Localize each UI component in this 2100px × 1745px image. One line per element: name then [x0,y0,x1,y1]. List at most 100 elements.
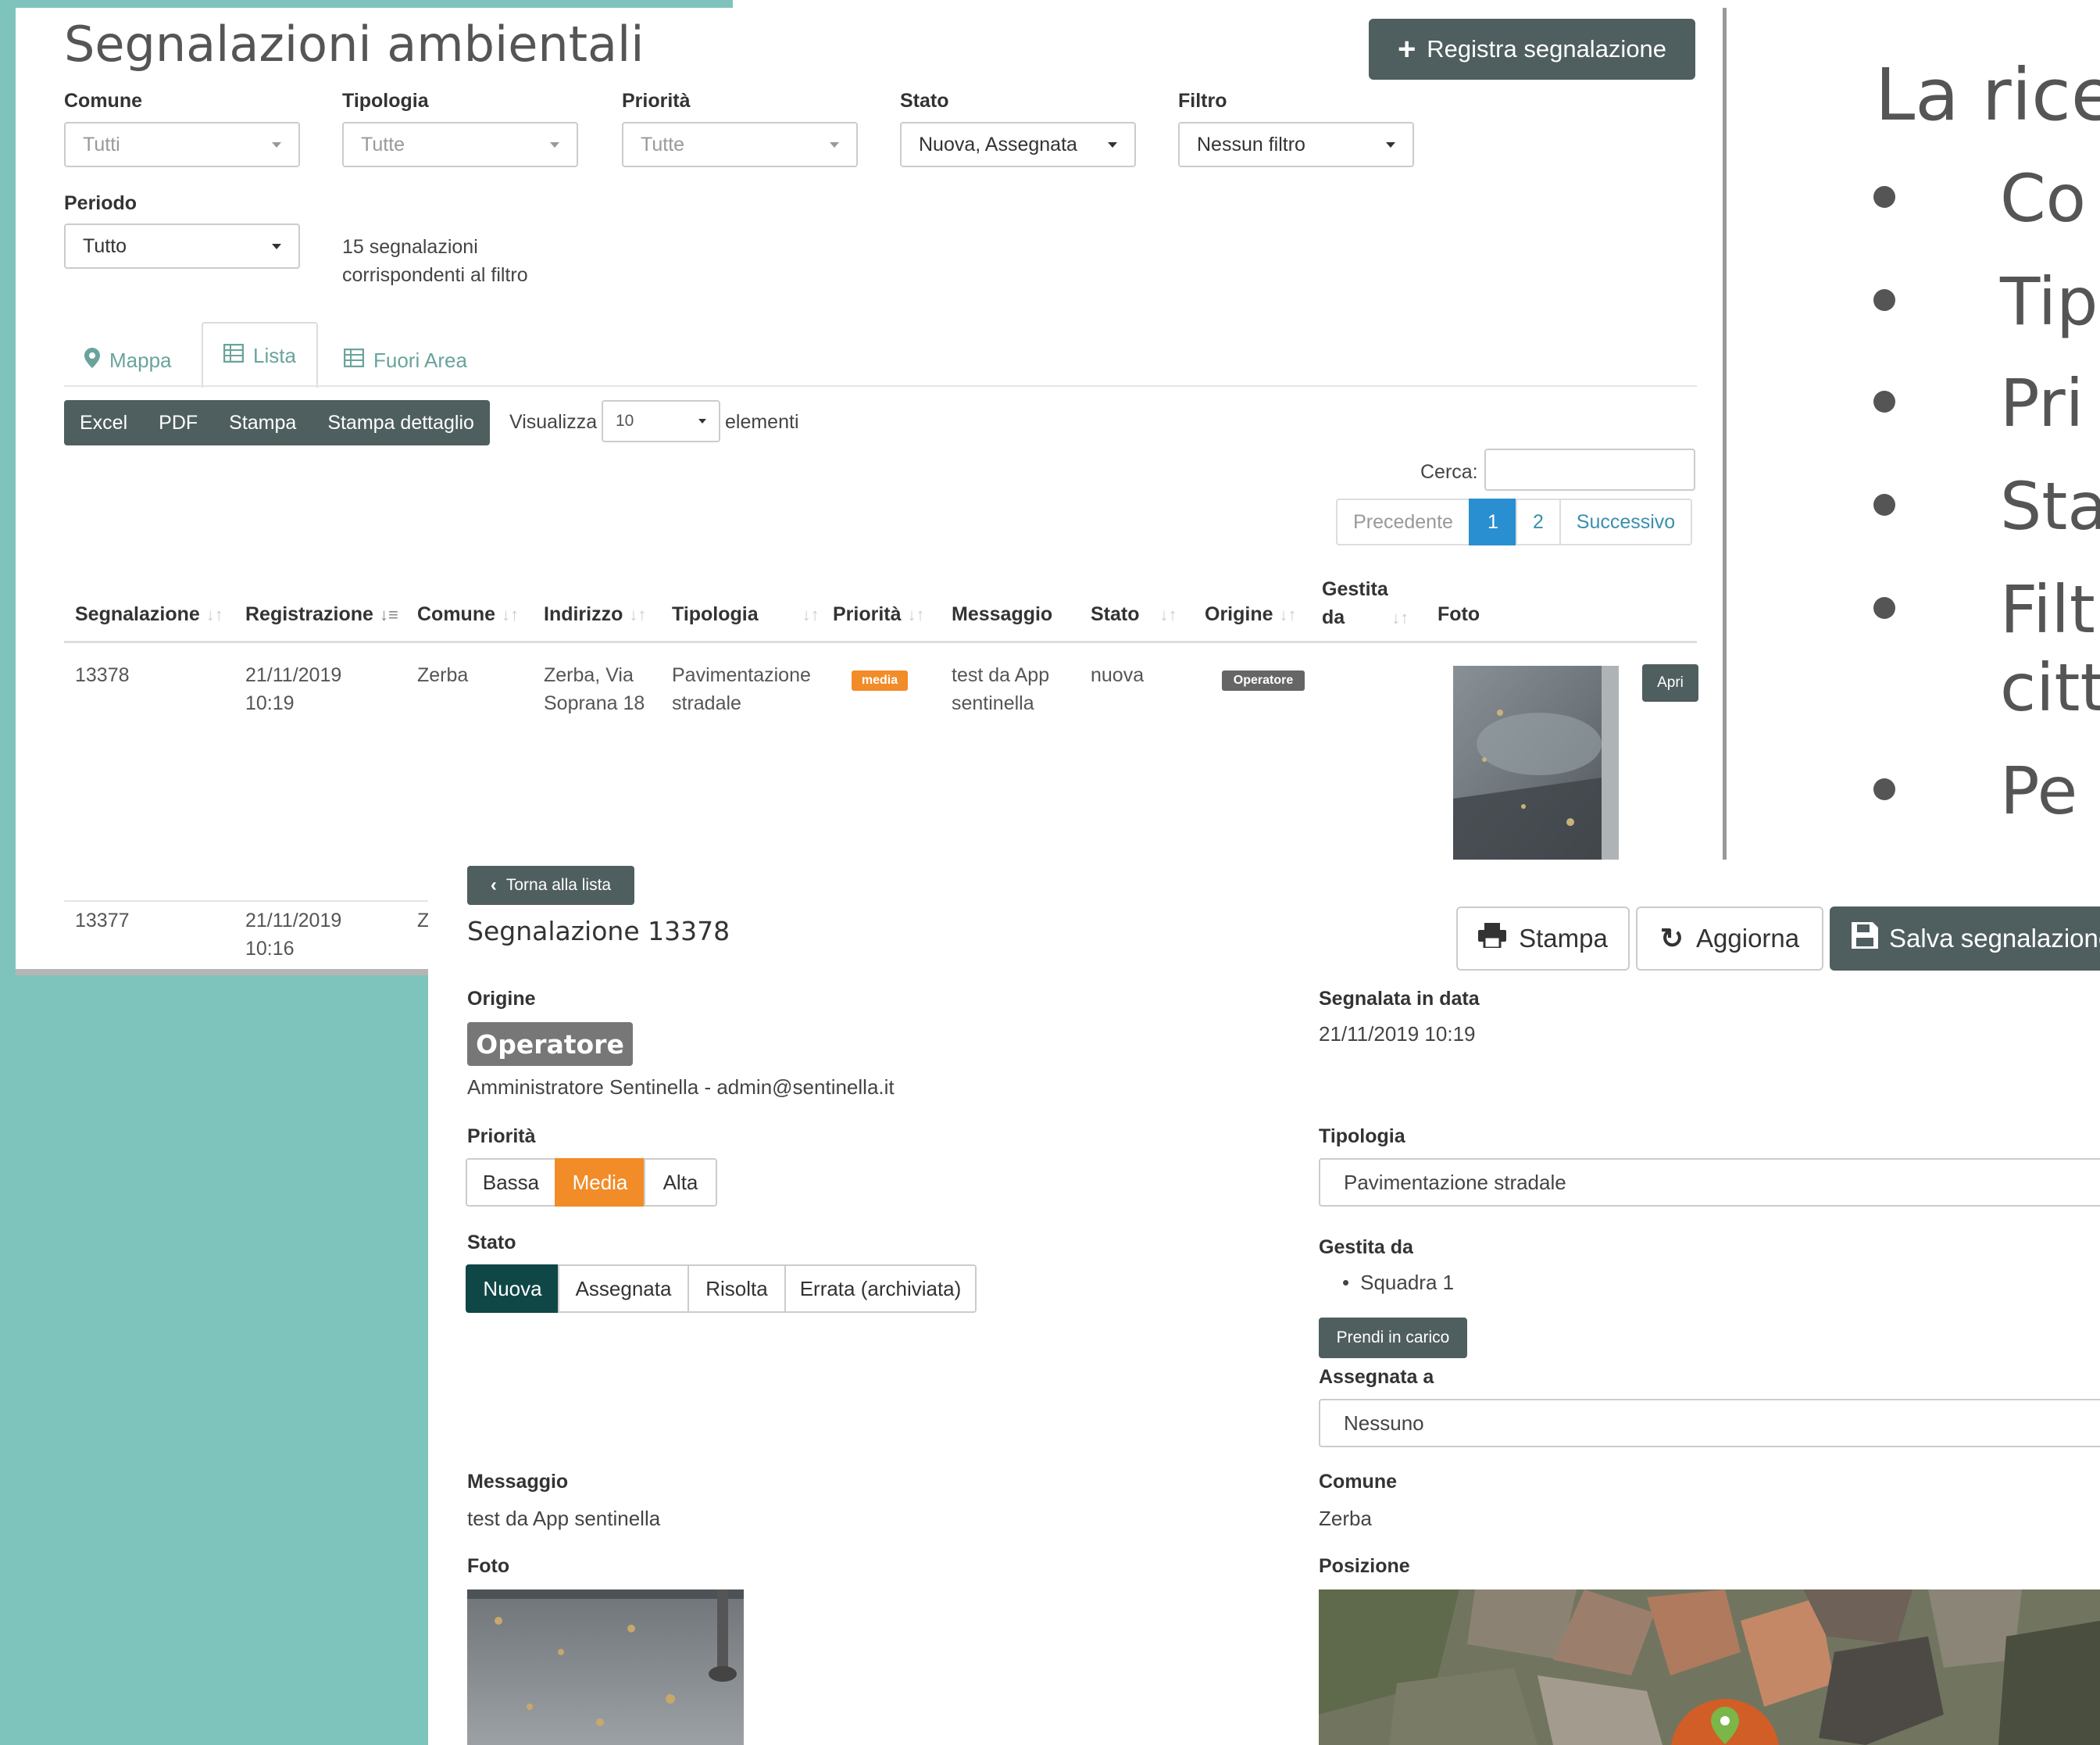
state-option-risolta[interactable]: Risolta [688,1264,786,1313]
detail-title: Segnalazione 13378 [467,916,730,946]
pagination: Precedente 1 2 Successivo [1336,499,1692,545]
refresh-button[interactable]: ↻ Aggiorna [1636,906,1823,971]
filtro-select[interactable]: Nessun filtro [1178,122,1414,167]
stato-select[interactable]: Nuova, Assegnata [900,122,1136,167]
col-header-registrazione[interactable]: Registrazione ↓≡ [245,603,398,626]
origin-user: Amministratore Sentinella - admin@sentin… [467,1075,895,1099]
pagination-next[interactable]: Successivo [1559,499,1692,545]
col-header-segnalazione[interactable]: Segnalazione ↓↑ [75,603,223,626]
report-photo[interactable] [467,1589,744,1745]
filtro-select-value: Nessun filtro [1197,133,1305,156]
col-header-stato[interactable]: Stato ↓↑ [1091,603,1177,626]
tab-mappa-label: Mappa [109,348,172,372]
stato-select-value: Nuova, Assegnata [919,133,1077,156]
tipologia-select[interactable]: Tutte [342,122,578,167]
priorita-select[interactable]: Tutte [622,122,858,167]
tab-lista-label: Lista [253,343,296,367]
comune-select[interactable]: Tutti [64,122,300,167]
refresh-icon: ↻ [1659,922,1684,954]
col-header-comune[interactable]: Comune ↓↑ [417,603,519,626]
tipologia-select-value: Tutte [361,133,405,156]
pagination-page-2[interactable]: 2 [1516,499,1561,545]
state-option-nuova[interactable]: Nuova [466,1264,559,1313]
take-charge-button[interactable]: Prendi in carico [1319,1318,1467,1358]
table-header-rule [64,641,1697,643]
cell-registrazione-time: 10:19 [245,692,295,714]
page-length-select[interactable]: 10 [602,400,720,442]
type-label: Tipologia [1319,1125,1405,1147]
register-report-button[interactable]: + Registra segnalazione [1369,19,1695,80]
tab-fuori-area[interactable]: Fuori Area [343,336,467,384]
col-header-indirizzo[interactable]: Indirizzo ↓↑ [544,603,646,626]
export-print-detail-button[interactable]: Stampa dettaglio [312,412,490,434]
col-header-da-label: da [1322,606,1345,628]
print-button[interactable]: Stampa [1456,906,1630,971]
save-icon [1852,922,1878,955]
reported-date-value: 21/11/2019 10:19 [1319,1022,1476,1046]
export-print-button[interactable]: Stampa [213,412,312,434]
slide-title: La rice [1875,53,2100,137]
state-option-errata[interactable]: Errata (archiviata) [784,1264,977,1313]
export-excel-button[interactable]: Excel [64,412,143,434]
tab-mappa[interactable]: Mappa [84,336,172,384]
search-input[interactable] [1484,449,1695,491]
open-report-button[interactable]: Apri [1642,664,1698,702]
assigned-to-field[interactable]: Nessuno [1319,1399,2100,1447]
priority-option-bassa[interactable]: Bassa [466,1158,556,1207]
priority-option-media[interactable]: Media [555,1158,645,1207]
cell-stato: nuova [1091,664,1145,686]
sort-icon: ↓↑ [205,605,223,624]
filter-label-filtro: Filtro [1178,90,1227,112]
col-header-tipologia[interactable]: Tipologia ↓↑ [672,603,820,626]
export-pdf-button[interactable]: PDF [143,412,213,434]
back-to-list-button[interactable]: ‹ Torna alla lista [467,866,634,905]
cell-comune: Zerba [417,664,469,686]
filter-label-comune: Comune [64,90,142,112]
report-thumbnail[interactable] [1453,666,1619,866]
assigned-to-value: Nessuno [1344,1411,1424,1435]
col-header-segnalazione-label: Segnalazione [75,603,200,625]
type-field[interactable]: Pavimentazione stradale [1319,1158,2100,1207]
origin-badge: Operatore [1222,670,1305,691]
col-header-origine[interactable]: Origine ↓↑ [1205,603,1297,626]
table-row[interactable]: 13377 21/11/2019 10:16 Z [64,903,455,969]
print-label: Stampa [1519,924,1608,953]
priority-badge: media [852,670,908,691]
register-report-label: Registra segnalazione [1427,35,1667,63]
comune-value: Zerba [1319,1507,1372,1530]
message-label: Messaggio [467,1471,569,1493]
pagination-previous[interactable]: Precedente [1336,499,1470,545]
periodo-select[interactable]: Tutto [64,223,300,269]
sort-icon: ↓↑ [1279,605,1297,624]
page-length-label: Visualizza [509,411,598,433]
caret-down-icon [830,141,839,148]
col-header-gestita-da[interactable]: Gestita da ↓↑ [1322,575,1409,632]
cell-segnalazione: 13378 [75,664,130,686]
result-count-line2: corrispondenti al filtro [342,264,528,286]
result-count: 15 segnalazioni corrispondenti al filtro [342,233,528,289]
priorita-select-value: Tutte [641,133,685,156]
tab-lista[interactable]: Lista [202,322,318,388]
back-to-list-label: Torna alla lista [505,876,612,894]
teal-background-bottom [0,971,428,1745]
bullet-text: Filt [2000,571,2095,648]
col-header-priorita[interactable]: Priorità ↓↑ [833,603,925,626]
list-page-edge [1723,8,1727,860]
table-icon [343,348,365,373]
priority-option-alta[interactable]: Alta [644,1158,717,1207]
position-map[interactable] [1319,1589,2100,1745]
bullet-dot [1873,597,1895,619]
col-header-foto-label: Foto [1438,603,1480,625]
bullet-dot: • [1342,1271,1350,1294]
state-option-assegnata[interactable]: Assegnata [558,1264,689,1313]
save-report-button[interactable]: Salva segnalazione [1830,906,2100,971]
state-label: Stato [467,1232,516,1253]
sort-icon: ↓↑ [907,605,925,624]
sort-icon: ↓↑ [502,605,519,624]
pagination-page-1[interactable]: 1 [1469,499,1517,545]
bullet-text: Pe [2000,753,2078,829]
refresh-label: Aggiorna [1696,924,1800,953]
filter-label-periodo: Periodo [64,192,138,214]
col-header-messaggio: Messaggio [952,603,1052,626]
map-marker-icon [84,347,100,374]
